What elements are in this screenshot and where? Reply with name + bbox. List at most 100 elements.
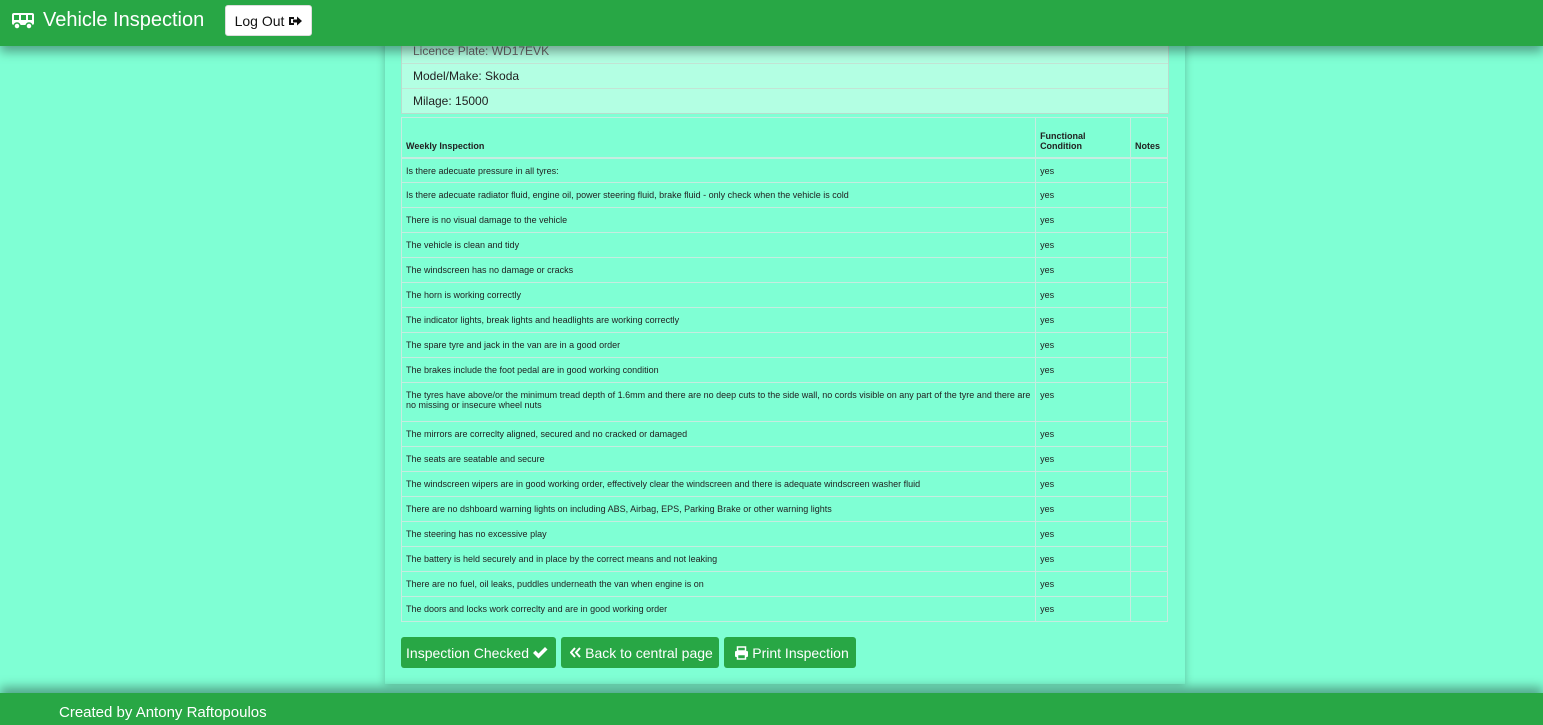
footer-credit: Created by Antony Raftopoulos bbox=[59, 704, 267, 721]
table-row: The doors and locks work correclty and a… bbox=[400, 596, 1169, 622]
bus-icon bbox=[12, 12, 34, 30]
header-notes: Notes bbox=[1129, 117, 1169, 159]
inspection-question-cell: The steering has no excessive play bbox=[400, 521, 1037, 547]
table-row: There is no visual damage to the vehicle… bbox=[400, 207, 1169, 233]
vehicle-info-list: Licence Plate: WD17EVK Model/Make: Skoda… bbox=[401, 40, 1169, 114]
notes-cell bbox=[1129, 471, 1169, 497]
notes-cell bbox=[1129, 282, 1169, 308]
notes-cell bbox=[1129, 521, 1169, 547]
functional-condition-cell: yes bbox=[1035, 307, 1131, 333]
print-inspection-button[interactable]: Print Inspection bbox=[724, 637, 856, 668]
print-icon bbox=[735, 645, 749, 660]
print-inspection-label: Print Inspection bbox=[752, 644, 849, 661]
header-weekly-inspection: Weekly Inspection bbox=[400, 117, 1037, 159]
functional-condition-cell: yes bbox=[1035, 421, 1131, 447]
table-row: There are no dshboard warning lights on … bbox=[400, 496, 1169, 522]
notes-cell bbox=[1129, 446, 1169, 472]
inspection-question-cell: The windscreen wipers are in good workin… bbox=[400, 471, 1037, 497]
logout-button[interactable]: Log Out bbox=[225, 5, 312, 36]
functional-condition-cell: yes bbox=[1035, 596, 1131, 622]
inspection-question-cell: There is no visual damage to the vehicle bbox=[400, 207, 1037, 233]
table-row: The horn is working correctly yes bbox=[400, 282, 1169, 308]
back-to-central-label: Back to central page bbox=[585, 644, 713, 661]
table-row: The steering has no excessive play yes bbox=[400, 521, 1169, 547]
functional-condition-cell: yes bbox=[1035, 496, 1131, 522]
functional-condition-cell: yes bbox=[1035, 446, 1131, 472]
table-row: The battery is held securely and in plac… bbox=[400, 546, 1169, 572]
functional-condition-cell: yes bbox=[1035, 157, 1131, 183]
logout-label: Log Out bbox=[234, 12, 285, 29]
check-icon bbox=[532, 647, 548, 659]
table-row: There are no fuel, oil leaks, puddles un… bbox=[400, 571, 1169, 597]
inspection-question-cell: The indicator lights, break lights and h… bbox=[400, 307, 1037, 333]
app-title: Vehicle Inspection bbox=[43, 9, 205, 31]
notes-cell bbox=[1129, 571, 1169, 597]
action-buttons: Inspection Checked Back to central page … bbox=[401, 637, 861, 668]
model-make-item: Model/Make: Skoda bbox=[402, 63, 1168, 88]
functional-condition-cell: yes bbox=[1035, 571, 1131, 597]
table-header-row: Weekly Inspection Functional Condition N… bbox=[400, 117, 1169, 159]
table-row: The indicator lights, break lights and h… bbox=[400, 307, 1169, 333]
table-row: The vehicle is clean and tidy yes bbox=[400, 232, 1169, 258]
inspection-question-cell: Is there adecuate pressure in all tyres: bbox=[400, 157, 1037, 183]
functional-condition-cell: yes bbox=[1035, 232, 1131, 258]
table-row: Is there adecuate radiator fluid, engine… bbox=[400, 182, 1169, 208]
functional-condition-cell: yes bbox=[1035, 207, 1131, 233]
notes-cell bbox=[1129, 182, 1169, 208]
table-row: The windscreen has no damage or cracks ye… bbox=[400, 257, 1169, 283]
table-row: The windscreen wipers are in good workin… bbox=[400, 471, 1169, 497]
notes-cell bbox=[1129, 332, 1169, 358]
table-row: The mirrors are correclty aligned, secur… bbox=[400, 421, 1169, 447]
functional-condition-cell: yes bbox=[1035, 546, 1131, 572]
table-row: Is there adecuate pressure in all tyres:… bbox=[400, 157, 1169, 183]
header-functional-condition: Functional Condition bbox=[1035, 117, 1131, 159]
inspection-question-cell: The spare tyre and jack in the van are i… bbox=[400, 332, 1037, 358]
inspection-table: Weekly Inspection Functional Condition N… bbox=[400, 117, 1169, 622]
notes-cell bbox=[1129, 546, 1169, 572]
inspection-question-cell: Is there adecuate radiator fluid, engine… bbox=[400, 182, 1037, 208]
table-row: The spare tyre and jack in the van are i… bbox=[400, 332, 1169, 358]
inspection-question-cell: There are no fuel, oil leaks, puddles un… bbox=[400, 571, 1037, 597]
notes-cell bbox=[1129, 232, 1169, 258]
top-navbar: Vehicle Inspection Log Out bbox=[0, 0, 1543, 46]
milage-item: Milage: 15000 bbox=[402, 88, 1168, 113]
notes-cell bbox=[1129, 207, 1169, 233]
table-body: Is there adecuate pressure in all tyres:… bbox=[400, 157, 1169, 622]
functional-condition-cell: yes bbox=[1035, 182, 1131, 208]
notes-cell bbox=[1129, 357, 1169, 383]
inspection-checked-button[interactable]: Inspection Checked bbox=[401, 637, 556, 668]
functional-condition-cell: yes bbox=[1035, 521, 1131, 547]
back-to-central-button[interactable]: Back to central page bbox=[561, 637, 719, 668]
table-row: The tyres have above/or the minimum trea… bbox=[400, 382, 1169, 422]
functional-condition-cell: yes bbox=[1035, 332, 1131, 358]
footer: Created by Antony Raftopoulos bbox=[0, 693, 1543, 725]
notes-cell bbox=[1129, 496, 1169, 522]
notes-cell bbox=[1129, 307, 1169, 333]
inspection-question-cell: The doors and locks work correclty and a… bbox=[400, 596, 1037, 622]
functional-condition-cell: yes bbox=[1035, 257, 1131, 283]
inspection-question-cell: The vehicle is clean and tidy bbox=[400, 232, 1037, 258]
angle-double-left-icon bbox=[570, 647, 581, 658]
notes-cell bbox=[1129, 157, 1169, 183]
inspection-question-cell: The battery is held securely and in plac… bbox=[400, 546, 1037, 572]
inspection-question-cell: The tyres have above/or the minimum trea… bbox=[400, 382, 1037, 422]
inspection-checked-label: Inspection Checked bbox=[406, 644, 529, 661]
notes-cell bbox=[1129, 382, 1169, 422]
table-row: The seats are seatable and secure yes bbox=[400, 446, 1169, 472]
notes-cell bbox=[1129, 596, 1169, 622]
functional-condition-cell: yes bbox=[1035, 282, 1131, 308]
inspection-question-cell: There are no dshboard warning lights on … bbox=[400, 496, 1037, 522]
notes-cell bbox=[1129, 257, 1169, 283]
inspection-question-cell: The brakes include the foot pedal are in… bbox=[400, 357, 1037, 383]
inspection-question-cell: The mirrors are correclty aligned, secur… bbox=[400, 421, 1037, 447]
functional-condition-cell: yes bbox=[1035, 471, 1131, 497]
functional-condition-cell: yes bbox=[1035, 357, 1131, 383]
inspection-question-cell: The horn is working correctly bbox=[400, 282, 1037, 308]
inspection-question-cell: The windscreen has no damage or cracks bbox=[400, 257, 1037, 283]
inspection-panel: Licence Plate: WD17EVK Model/Make: Skoda… bbox=[385, 40, 1185, 684]
notes-cell bbox=[1129, 421, 1169, 447]
app-brand[interactable]: Vehicle Inspection bbox=[11, 9, 204, 32]
table-row: The brakes include the foot pedal are in… bbox=[400, 357, 1169, 383]
functional-condition-cell: yes bbox=[1035, 382, 1131, 422]
sign-out-icon bbox=[289, 16, 303, 25]
